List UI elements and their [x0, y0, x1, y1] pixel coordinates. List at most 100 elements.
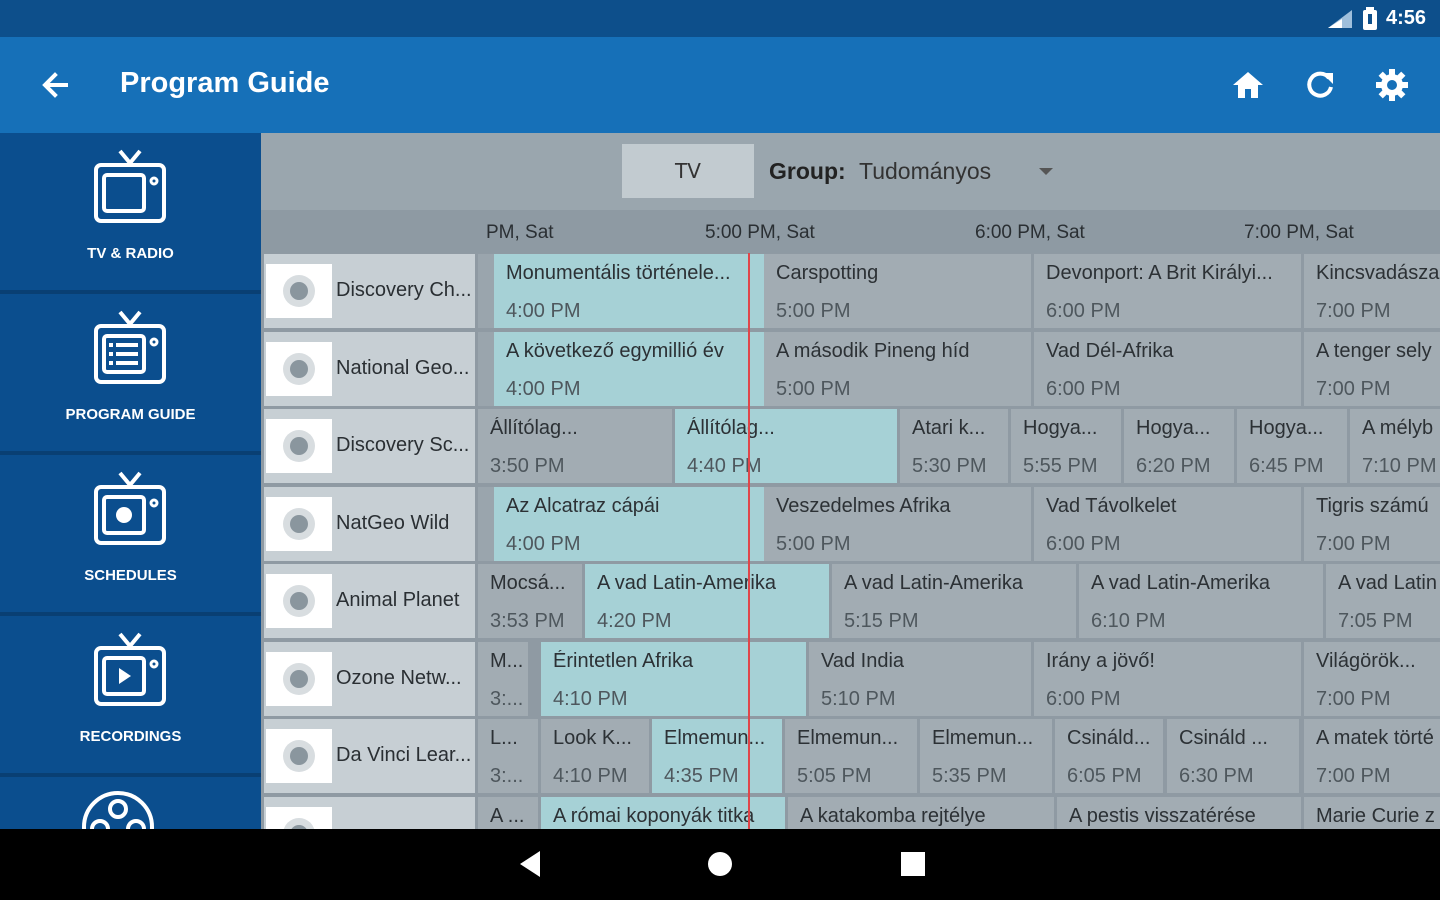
- program-cell[interactable]: A pestis visszatérése: [1057, 796, 1301, 829]
- program-cell[interactable]: M... 3:...: [478, 641, 528, 716]
- back-button[interactable]: [36, 67, 76, 103]
- program-cell[interactable]: Elmemun... 5:35 PM: [920, 719, 1052, 793]
- program-cell[interactable]: Érintetlen Afrika 4:10 PM: [541, 641, 806, 716]
- channel-name: Ozone Netw...: [336, 666, 462, 689]
- channel-cell[interactable]: Discovery Ch...: [264, 254, 475, 328]
- channel-cell[interactable]: Ozone Netw...: [264, 641, 475, 716]
- channel-name: Animal Planet: [336, 589, 460, 611]
- program-cell[interactable]: Kincsvadásza 7:00 PM: [1304, 254, 1440, 328]
- program-cell[interactable]: A tenger sely 7:00 PM: [1304, 331, 1440, 406]
- tv-play-icon: [94, 632, 166, 706]
- program-title: Mocsá...: [490, 572, 566, 594]
- program-title: Marie Curie z: [1316, 804, 1435, 827]
- program-cell[interactable]: Csináld ... 6:30 PM: [1167, 719, 1299, 793]
- program-title: Vad Távolkelet: [1046, 494, 1177, 517]
- channel-name: Discovery Sc...: [336, 434, 470, 456]
- nav-recents-icon[interactable]: [898, 849, 928, 879]
- program-cell[interactable]: Az Alcatraz cápái 4:00 PM: [494, 486, 764, 561]
- program-cell[interactable]: A katakomba rejtélye: [788, 796, 1054, 829]
- program-cell[interactable]: Vad India 5:10 PM: [809, 641, 1031, 716]
- nav-home-icon[interactable]: [705, 849, 735, 879]
- program-cell[interactable]: Mocsá... 3:53 PM: [478, 564, 582, 638]
- arrow-back-icon: [42, 72, 68, 98]
- program-title: Elmemun...: [932, 727, 1034, 749]
- program-cell[interactable]: L... 3:...: [478, 719, 538, 793]
- program-cell[interactable]: Vad Távolkelet 6:00 PM: [1034, 486, 1301, 561]
- past-gap: [478, 331, 494, 406]
- program-cell[interactable]: Atari k... 5:30 PM: [900, 409, 1008, 483]
- program-start-time: 3:...: [490, 765, 524, 787]
- program-cell[interactable]: A vad Latin-Amerika 4:20 PM: [585, 564, 829, 638]
- program-cell[interactable]: Állítólag... 4:40 PM: [675, 409, 897, 483]
- program-cell[interactable]: A következő egymillió év 4:00 PM: [494, 331, 764, 406]
- channel-cell[interactable]: Animal Planet: [264, 564, 475, 638]
- program-cell[interactable]: A matek törté 7:00 PM: [1304, 719, 1440, 793]
- program-start-time: 6:10 PM: [1091, 610, 1166, 632]
- program-cell[interactable]: Elmemun... 4:35 PM: [652, 719, 782, 793]
- program-start-time: 4:00 PM: [506, 532, 581, 555]
- program-cell[interactable]: Vad Dél-Afrika 6:00 PM: [1034, 331, 1301, 406]
- program-cell[interactable]: Marie Curie z: [1304, 796, 1440, 829]
- program-cell[interactable]: A vad Latin 7:05 PM: [1326, 564, 1440, 638]
- program-title: Look K...: [553, 727, 632, 749]
- home-button[interactable]: [1228, 65, 1268, 105]
- channel-cell[interactable]: NatGeo Wild: [264, 486, 475, 561]
- program-cell[interactable]: Look K... 4:10 PM: [541, 719, 649, 793]
- program-start-time: 5:15 PM: [844, 610, 919, 632]
- program-cell[interactable]: Hogya... 5:55 PM: [1011, 409, 1121, 483]
- program-cell[interactable]: Veszedelmes Afrika 5:00 PM: [764, 486, 1031, 561]
- program-cell[interactable]: A ...: [478, 796, 538, 829]
- program-cell[interactable]: Elmemun... 5:05 PM: [785, 719, 917, 793]
- program-cell[interactable]: Devonport: A Brit Királyi... 6:00 PM: [1034, 254, 1301, 328]
- program-cell[interactable]: A vad Latin-Amerika 5:15 PM: [832, 564, 1076, 638]
- sidebar-item-more[interactable]: [0, 777, 261, 829]
- program-cell[interactable]: Carspotting 5:00 PM: [764, 254, 1031, 328]
- program-title: Hogya...: [1023, 417, 1098, 439]
- sidebar-item-schedules[interactable]: SCHEDULES: [0, 455, 261, 613]
- program-start-time: 5:00 PM: [776, 532, 851, 555]
- channel-cell[interactable]: Discovery Sc...: [264, 409, 475, 483]
- channel-cell[interactable]: National Geo...: [264, 331, 475, 406]
- program-title: Világörök...: [1316, 649, 1416, 672]
- program-cell[interactable]: A második Pineng híd 5:00 PM: [764, 331, 1031, 406]
- home-icon: [1233, 72, 1263, 98]
- channel-cell[interactable]: [264, 796, 475, 829]
- program-start-time: 6:30 PM: [1179, 765, 1254, 787]
- time-label: 7:00 PM, Sat: [1244, 222, 1354, 243]
- sidebar: TV & RADIO PROGRAM GUIDE SCHEDULES RECOR…: [0, 133, 261, 829]
- status-bar: 4:56: [0, 0, 1440, 37]
- program-cell[interactable]: Hogya... 6:20 PM: [1124, 409, 1234, 483]
- program-cell[interactable]: Hogya... 6:45 PM: [1237, 409, 1347, 483]
- program-cell[interactable]: A mélyb 7:10 PM: [1350, 409, 1440, 483]
- program-title: L...: [490, 727, 518, 749]
- sidebar-item-tv-radio[interactable]: TV & RADIO: [0, 133, 261, 291]
- system-nav-bar: [0, 829, 1440, 900]
- program-cell[interactable]: Csináld... 6:05 PM: [1055, 719, 1163, 793]
- past-gap: [478, 254, 494, 328]
- program-start-time: 6:05 PM: [1067, 765, 1142, 787]
- settings-button[interactable]: [1372, 65, 1412, 105]
- channel-logo: [266, 651, 332, 706]
- refresh-button[interactable]: [1300, 65, 1340, 105]
- tv-guide-icon: [94, 310, 166, 384]
- sidebar-item-program-guide[interactable]: PROGRAM GUIDE: [0, 294, 261, 452]
- program-cell[interactable]: Világörök... 7:00 PM: [1304, 641, 1440, 716]
- channel-cell[interactable]: Da Vinci Lear...: [264, 719, 475, 793]
- program-start-time: 4:00 PM: [506, 300, 581, 322]
- tv-filter-button[interactable]: TV: [622, 144, 754, 198]
- program-cell[interactable]: Tigris számú 7:00 PM: [1304, 486, 1440, 561]
- program-title: Hogya...: [1249, 417, 1324, 439]
- program-start-time: 7:10 PM: [1362, 455, 1436, 477]
- sidebar-item-recordings[interactable]: RECORDINGS: [0, 616, 261, 774]
- program-cell[interactable]: A vad Latin-Amerika 6:10 PM: [1079, 564, 1323, 638]
- program-cell[interactable]: Monumentális történele... 4:00 PM: [494, 254, 764, 328]
- group-select[interactable]: Tudományos: [859, 158, 991, 185]
- program-cell[interactable]: Állítólag... 3:50 PM: [478, 409, 672, 483]
- caret-down-icon[interactable]: [1039, 168, 1053, 175]
- program-title: M...: [490, 649, 524, 672]
- signal-icon: [1327, 9, 1352, 28]
- nav-back-icon[interactable]: [516, 849, 544, 879]
- program-start-time: 5:55 PM: [1023, 455, 1098, 477]
- program-start-time: 6:00 PM: [1046, 377, 1121, 400]
- program-cell[interactable]: Irány a jövő! 6:00 PM: [1034, 641, 1301, 716]
